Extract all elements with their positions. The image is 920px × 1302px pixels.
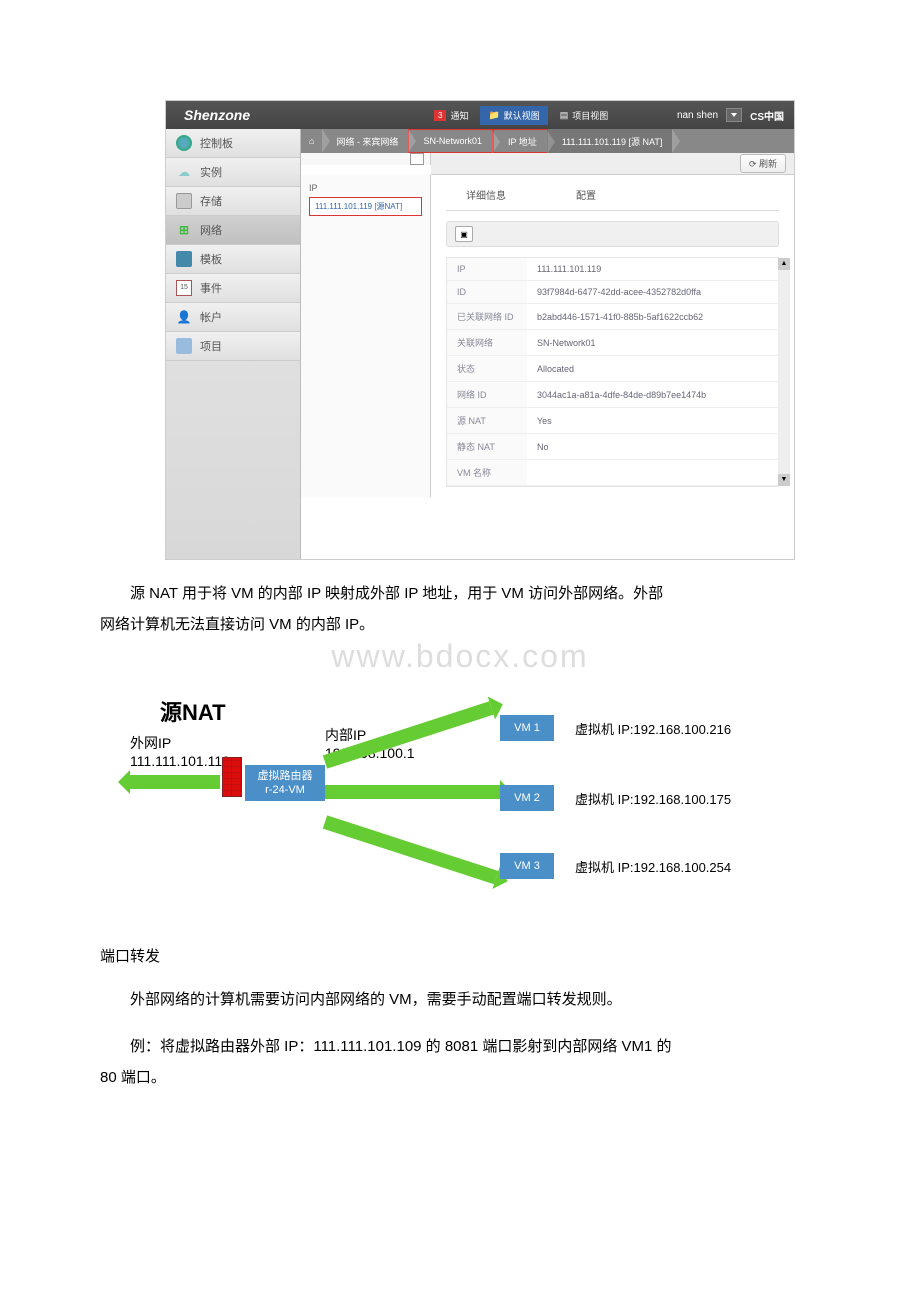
detail-row: 状态Allocated bbox=[447, 356, 778, 382]
list-icon: ▤ bbox=[560, 110, 569, 121]
sidebar-item-templates[interactable]: 模板 bbox=[166, 245, 300, 274]
scroll-up-icon[interactable]: ▲ bbox=[778, 258, 790, 270]
top-header: Shenzone 3 通知 📁 默认视图 ▤ 项目视图 nan shen bbox=[166, 101, 794, 129]
section-heading: 端口转发 bbox=[100, 945, 820, 966]
vm-box: VM 2 bbox=[500, 785, 554, 811]
vm-ip-label: 虚拟机 IP:192.168.100.175 bbox=[575, 789, 731, 808]
sidebar: 控制板 ☁ 实例 存储 ⊞ 网络 模板 bbox=[166, 129, 301, 559]
diagram-title: 源NAT bbox=[160, 695, 226, 727]
app-screenshot: Shenzone 3 通知 📁 默认视图 ▤ 项目视图 nan shen bbox=[165, 100, 795, 560]
calendar-icon: 15 bbox=[176, 280, 192, 296]
scrollbar[interactable]: ▲ ▼ bbox=[778, 258, 790, 486]
arrow-icon bbox=[323, 815, 499, 884]
view-toggle-icon[interactable] bbox=[410, 153, 424, 165]
tab-details[interactable]: 详细信息 bbox=[446, 185, 526, 204]
vm-ip-label: 虚拟机 IP:192.168.100.216 bbox=[575, 719, 731, 738]
project-view-button[interactable]: ▤ 项目视图 bbox=[552, 106, 617, 125]
tab-config[interactable]: 配置 bbox=[556, 185, 616, 204]
detail-row: 源 NATYes bbox=[447, 408, 778, 434]
detail-row: 关联网络SN-Network01 bbox=[447, 330, 778, 356]
sidebar-item-projects[interactable]: 项目 bbox=[166, 332, 300, 361]
breadcrumb-item[interactable]: 网络 - 来宾网络 bbox=[322, 129, 408, 153]
notifications-button[interactable]: 3 通知 bbox=[426, 106, 476, 125]
folder-icon: 📁 bbox=[488, 110, 499, 121]
sidebar-label: 网络 bbox=[200, 222, 222, 238]
network-icon: ⊞ bbox=[176, 222, 192, 238]
sidebar-item-dashboard[interactable]: 控制板 bbox=[166, 129, 300, 158]
sidebar-item-accounts[interactable]: 👤 帐户 bbox=[166, 303, 300, 332]
arrow-icon bbox=[130, 775, 220, 789]
breadcrumb: ⌂ 网络 - 来宾网络 SN-Network01 IP 地址 111.111.1… bbox=[301, 129, 794, 153]
storage-icon bbox=[176, 193, 192, 209]
vm-ip-label: 虚拟机 IP:192.168.100.254 bbox=[575, 857, 731, 876]
external-ip-label: 外网IP 111.111.101.119 bbox=[130, 733, 230, 769]
detail-table: IP111.111.101.119 ID93f7984d-6477-42dd-a… bbox=[447, 258, 778, 486]
firewall-icon bbox=[222, 757, 242, 797]
detail-row: 网络 ID3044ac1a-a81a-4dfe-84de-d89b7ee1474… bbox=[447, 382, 778, 408]
sidebar-item-network[interactable]: ⊞ 网络 bbox=[166, 216, 300, 245]
username-label: nan shen bbox=[677, 110, 718, 121]
nat-diagram: 源NAT 外网IP 111.111.101.119 内部IP 192.168.1… bbox=[100, 695, 820, 915]
body-paragraph-3: 例：将虚拟路由器外部 IP：111.111.101.109 的 8081 端口影… bbox=[100, 1033, 820, 1091]
chevron-down-icon bbox=[731, 113, 737, 117]
scroll-down-icon[interactable]: ▼ bbox=[778, 474, 790, 486]
breadcrumb-item[interactable]: 111.111.101.119 [源 NAT] bbox=[548, 129, 673, 153]
sidebar-label: 事件 bbox=[200, 280, 222, 296]
detail-row: ID93f7984d-6477-42dd-acee-4352782d0ffa bbox=[447, 281, 778, 304]
user-icon: 👤 bbox=[176, 309, 192, 325]
sidebar-label: 帐户 bbox=[200, 309, 222, 325]
ip-list-panel: IP 111.111.101.119 [源NAT] bbox=[301, 175, 431, 497]
detail-row: IP111.111.101.119 bbox=[447, 258, 778, 281]
detail-row: 已关联网络 IDb2abd446-1571-41f0-885b-5af1622c… bbox=[447, 304, 778, 330]
sidebar-label: 实例 bbox=[200, 164, 222, 180]
dashboard-icon bbox=[176, 135, 192, 151]
home-icon: ⌂ bbox=[309, 136, 314, 146]
body-paragraph-2: 外部网络的计算机需要访问内部网络的 VM，需要手动配置端口转发规则。 bbox=[100, 986, 820, 1013]
cloud-icon: ☁ bbox=[176, 164, 192, 180]
sidebar-label: 模板 bbox=[200, 251, 222, 267]
arrow-icon bbox=[325, 785, 500, 799]
ip-entry[interactable]: 111.111.101.119 [源NAT] bbox=[309, 197, 422, 216]
vm-box: VM 3 bbox=[500, 853, 554, 879]
sidebar-label: 存储 bbox=[200, 193, 222, 209]
watermark: www.bdocx.com bbox=[0, 638, 920, 675]
folder-icon bbox=[176, 338, 192, 354]
body-paragraph-1: 源 NAT 用于将 VM 的内部 IP 映射成外部 IP 地址，用于 VM 访问… bbox=[100, 580, 820, 638]
sidebar-label: 控制板 bbox=[200, 135, 233, 151]
detail-row: VM 名称 bbox=[447, 460, 778, 486]
region-label: CS中国 bbox=[750, 108, 784, 123]
sidebar-item-storage[interactable]: 存储 bbox=[166, 187, 300, 216]
user-dropdown[interactable] bbox=[726, 108, 742, 122]
logo: Shenzone bbox=[166, 107, 301, 123]
refresh-icon: ⟳ bbox=[749, 159, 759, 169]
breadcrumb-home[interactable]: ⌂ bbox=[301, 129, 322, 153]
ip-list-header: IP bbox=[309, 183, 422, 193]
notif-label: 通知 bbox=[450, 109, 468, 122]
sidebar-item-events[interactable]: 15 事件 bbox=[166, 274, 300, 303]
sidebar-item-instances[interactable]: ☁ 实例 bbox=[166, 158, 300, 187]
template-icon bbox=[176, 251, 192, 267]
breadcrumb-item[interactable]: IP 地址 bbox=[493, 129, 548, 153]
breadcrumb-item[interactable]: SN-Network01 bbox=[408, 129, 493, 153]
router-box: 虚拟路由器 r-24-VM bbox=[245, 765, 325, 801]
sidebar-label: 项目 bbox=[200, 338, 222, 354]
detail-action-icon[interactable]: ▣ bbox=[455, 226, 473, 242]
notification-badge: 3 bbox=[434, 110, 446, 121]
vm-box: VM 1 bbox=[500, 715, 554, 741]
default-view-button[interactable]: 📁 默认视图 bbox=[480, 106, 547, 125]
refresh-button[interactable]: ⟳ 刷新 bbox=[740, 154, 786, 173]
detail-row: 静态 NATNo bbox=[447, 434, 778, 460]
